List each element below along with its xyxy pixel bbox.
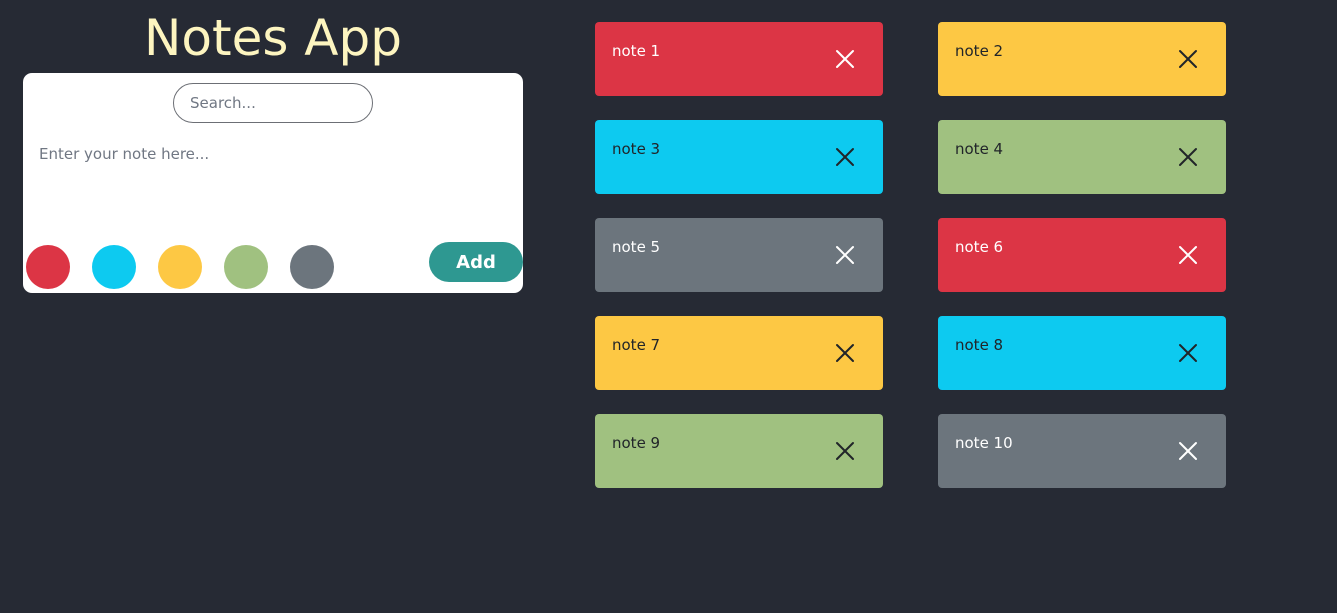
note-card: note 8 <box>938 316 1226 390</box>
note-card: note 4 <box>938 120 1226 194</box>
add-button[interactable]: Add <box>429 242 523 282</box>
note-card: note 3 <box>595 120 883 194</box>
close-icon[interactable] <box>1178 441 1198 461</box>
close-icon[interactable] <box>835 147 855 167</box>
note-text: note 5 <box>612 238 661 256</box>
note-text: note 9 <box>612 434 661 452</box>
note-card: note 10 <box>938 414 1226 488</box>
app-title: Notes App <box>144 9 402 67</box>
close-icon[interactable] <box>1178 49 1198 69</box>
note-card: note 5 <box>595 218 883 292</box>
note-text: note 6 <box>955 238 1004 256</box>
close-icon[interactable] <box>1178 147 1198 167</box>
note-text: note 1 <box>612 42 661 60</box>
note-text: note 7 <box>612 336 661 354</box>
close-icon[interactable] <box>835 49 855 69</box>
page: Notes App Add note 1 note 2 note 3 note 4 no… <box>0 0 1337 613</box>
color-swatch-gray[interactable] <box>290 245 334 289</box>
note-text: note 10 <box>955 434 1013 452</box>
color-swatch-yellow[interactable] <box>158 245 202 289</box>
note-card: note 1 <box>595 22 883 96</box>
note-input[interactable] <box>29 137 517 233</box>
note-card: note 9 <box>595 414 883 488</box>
color-swatch-cyan[interactable] <box>92 245 136 289</box>
close-icon[interactable] <box>1178 343 1198 363</box>
search-input[interactable] <box>173 83 373 123</box>
close-icon[interactable] <box>835 343 855 363</box>
note-text: note 4 <box>955 140 1004 158</box>
color-swatches <box>26 245 334 289</box>
note-card: note 7 <box>595 316 883 390</box>
close-icon[interactable] <box>1178 245 1198 265</box>
note-text: note 2 <box>955 42 1004 60</box>
note-card: note 6 <box>938 218 1226 292</box>
note-text: note 8 <box>955 336 1004 354</box>
color-swatch-green[interactable] <box>224 245 268 289</box>
note-text: note 3 <box>612 140 661 158</box>
note-card: note 2 <box>938 22 1226 96</box>
color-swatch-red[interactable] <box>26 245 70 289</box>
note-editor: Add <box>23 73 523 293</box>
close-icon[interactable] <box>835 245 855 265</box>
close-icon[interactable] <box>835 441 855 461</box>
